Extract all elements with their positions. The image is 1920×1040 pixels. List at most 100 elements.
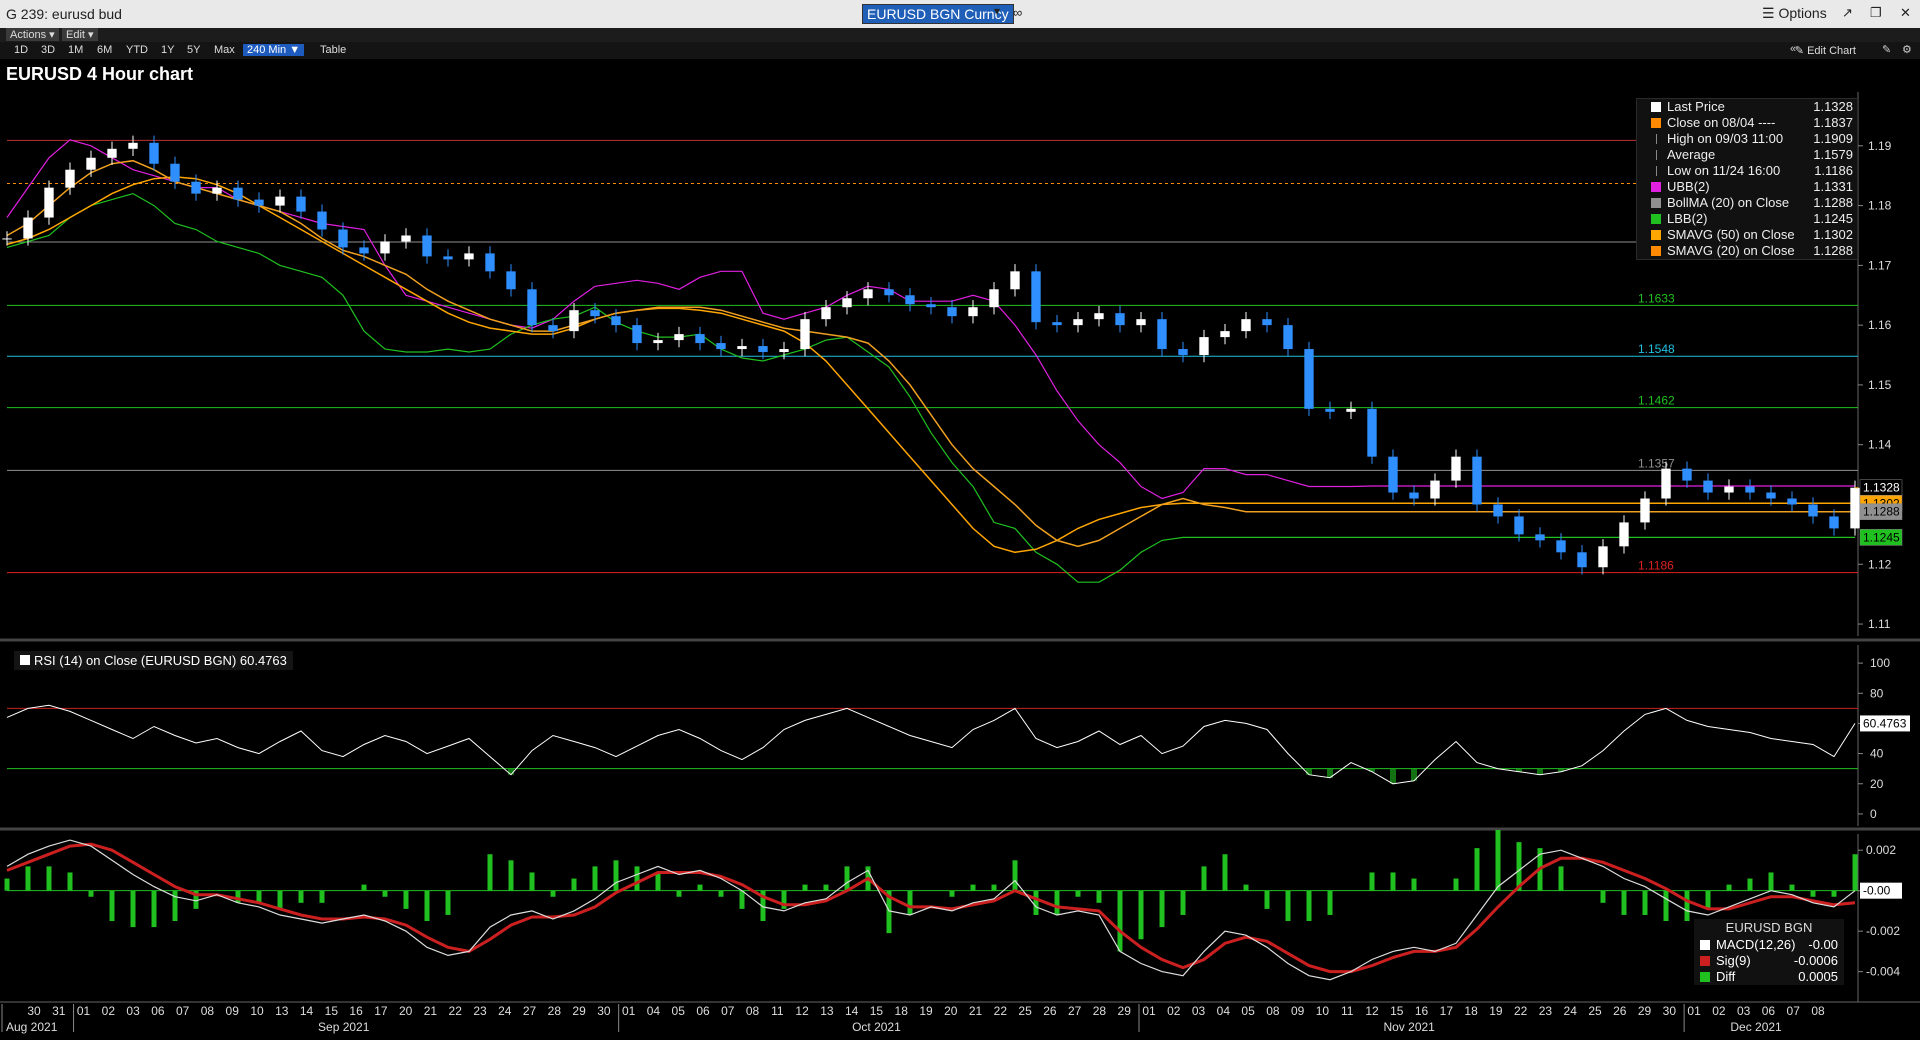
x-axis-day: 12 (1365, 1004, 1379, 1018)
legend-value: 1.1245 (1813, 211, 1853, 226)
candle-body (1766, 492, 1776, 499)
x-axis-day: 04 (1217, 1004, 1231, 1018)
period-6m[interactable]: 6M (97, 44, 112, 56)
candle-body (170, 163, 180, 182)
x-axis-day: 06 (696, 1004, 710, 1018)
period-toolbar: 1D 3D 1M 6M YTD 1Y 5Y Max 240 Min ▼ Tabl… (0, 42, 1920, 59)
edit-chart-button[interactable]: ✎ Edit Chart (1795, 44, 1856, 57)
period-ytd[interactable]: YTD (126, 44, 148, 56)
period-5y[interactable]: 5Y (187, 44, 200, 56)
interval-select[interactable]: 240 Min ▼ (243, 44, 305, 56)
legend-label: UBB(2) (1667, 179, 1710, 194)
rsi-legend: RSI (14) on Close (EURUSD BGN) 60.4763 (14, 651, 293, 670)
price-axis-label: 1.17 (1868, 258, 1892, 272)
period-1m[interactable]: 1M (68, 44, 83, 56)
price-axis-label: 1.15 (1868, 378, 1892, 392)
ticker-field[interactable]: EURUSD BGN Curncy (862, 4, 1014, 24)
x-axis-day: 15 (870, 1004, 884, 1018)
candle-body (1493, 504, 1503, 517)
price-axis-label: 1.16 (1868, 318, 1892, 332)
pencil-icon: ✎ (1794, 45, 1808, 57)
legend-row: UBB(2) 1.1331 (1637, 179, 1857, 195)
period-1y[interactable]: 1Y (161, 44, 174, 56)
period-3d[interactable]: 3D (41, 44, 55, 56)
candle-body (1661, 468, 1671, 499)
period-1d[interactable]: 1D (14, 44, 28, 56)
candle-body (674, 334, 684, 341)
x-axis-day: 01 (622, 1004, 636, 1018)
menu-icon: ☰ (1762, 5, 1779, 21)
candle-body (1577, 552, 1587, 568)
price-tag (1859, 529, 1903, 546)
legend-swatch (1651, 198, 1661, 208)
macd-legend-value: 0.0005 (1798, 969, 1838, 984)
rsi-swatch (20, 655, 30, 665)
price-tag (1859, 479, 1903, 496)
close-icon[interactable]: ✕ (1900, 5, 1911, 21)
rsi-legend-label: RSI (14) on Close (EURUSD BGN) 60.4763 (34, 653, 287, 668)
macd-legend-row: Sig(9) -0.0006 (1694, 953, 1844, 969)
legend-swatch (1656, 150, 1657, 160)
x-axis-day: 17 (1440, 1004, 1454, 1018)
x-axis-day: 26 (1613, 1004, 1627, 1018)
macd-legend-title: EURUSD BGN (1725, 920, 1813, 935)
price-tag-label: 1.1288 (1863, 505, 1900, 519)
edit-icon[interactable]: ✎ (1882, 43, 1891, 56)
price-tag-label: 1.1302 (1863, 496, 1900, 510)
period-max[interactable]: Max (214, 44, 235, 56)
candle-body (1850, 487, 1860, 529)
legend-row: Close on 08/04 ---- 1.1837 (1637, 115, 1857, 131)
candle-body (1829, 516, 1839, 529)
x-axis-month: Aug 2021 (6, 1020, 58, 1034)
price-tag (1859, 503, 1903, 520)
legend-swatch (1656, 134, 1657, 144)
expand-icon[interactable]: ↗ (1842, 5, 1853, 21)
table-button[interactable]: Table (320, 44, 346, 56)
x-axis-day: 19 (1489, 1004, 1503, 1018)
candle-body (506, 271, 516, 290)
candle-body (1409, 492, 1419, 499)
candle-body (44, 187, 54, 218)
x-axis-day: 05 (672, 1004, 686, 1018)
legend-swatch (1651, 118, 1661, 128)
candle-body (422, 235, 432, 257)
legend-row: Low on 11/24 16:00 1.1186 (1637, 163, 1857, 179)
candle-body (401, 235, 411, 242)
x-axis-day: 22 (449, 1004, 463, 1018)
link-icon[interactable]: ∞ (1013, 5, 1022, 20)
candle-body (1346, 408, 1356, 412)
candle-body (779, 349, 789, 353)
ticker-dropdown-icon[interactable]: ▾ (994, 4, 1000, 18)
legend-value: 1.1328 (1813, 99, 1853, 114)
legend-row: Average 1.1579 (1637, 147, 1857, 163)
actions-menu[interactable]: Actions ▾ (6, 28, 59, 41)
macd-signal-line (6, 842, 1856, 974)
legend-swatch (1656, 166, 1657, 176)
settings-icon[interactable]: ⚙ (1902, 43, 1912, 56)
candle-body (1598, 546, 1608, 568)
macd-line (6, 839, 1856, 981)
candle-body (1220, 331, 1230, 338)
candle-body (380, 241, 390, 254)
window-titlebar: G 239: eurusd bud EURUSD BGN Curncy ▾ ∞ … (0, 0, 1920, 28)
legend-label: SMAVG (20) on Close (1667, 243, 1795, 258)
candle-body (233, 187, 243, 200)
candle-body (758, 346, 768, 353)
chart-canvas[interactable]: 1.19 1.18 1.17 1.16 1.15 1.14 1.13 1.12 1.11 1.16… (0, 0, 1920, 1040)
legend-swatch (1651, 246, 1661, 256)
price-panel: 1.19 1.18 1.17 1.16 1.15 1.14 1.13 1.12 1.11 1.16… (0, 92, 1920, 642)
candle-body (1472, 456, 1482, 505)
candle-body (1808, 504, 1818, 517)
candle-body (1052, 322, 1062, 326)
x-axis-day: 01 (77, 1004, 91, 1018)
candle-body (317, 211, 327, 230)
macd-axis-label: 0.002 (1866, 843, 1896, 857)
options-button[interactable]: ☰ Options (1762, 5, 1827, 22)
restore-icon[interactable]: ❐ (1870, 5, 1882, 21)
x-axis-day: 25 (1588, 1004, 1602, 1018)
rsi-axis-label: 0 (1870, 807, 1877, 821)
edit-menu[interactable]: Edit ▾ (62, 28, 98, 41)
macd-legend-value: -0.0006 (1793, 953, 1838, 968)
x-axis-day: 18 (1464, 1004, 1478, 1018)
price-level-label: 1.1357 (1638, 456, 1675, 470)
